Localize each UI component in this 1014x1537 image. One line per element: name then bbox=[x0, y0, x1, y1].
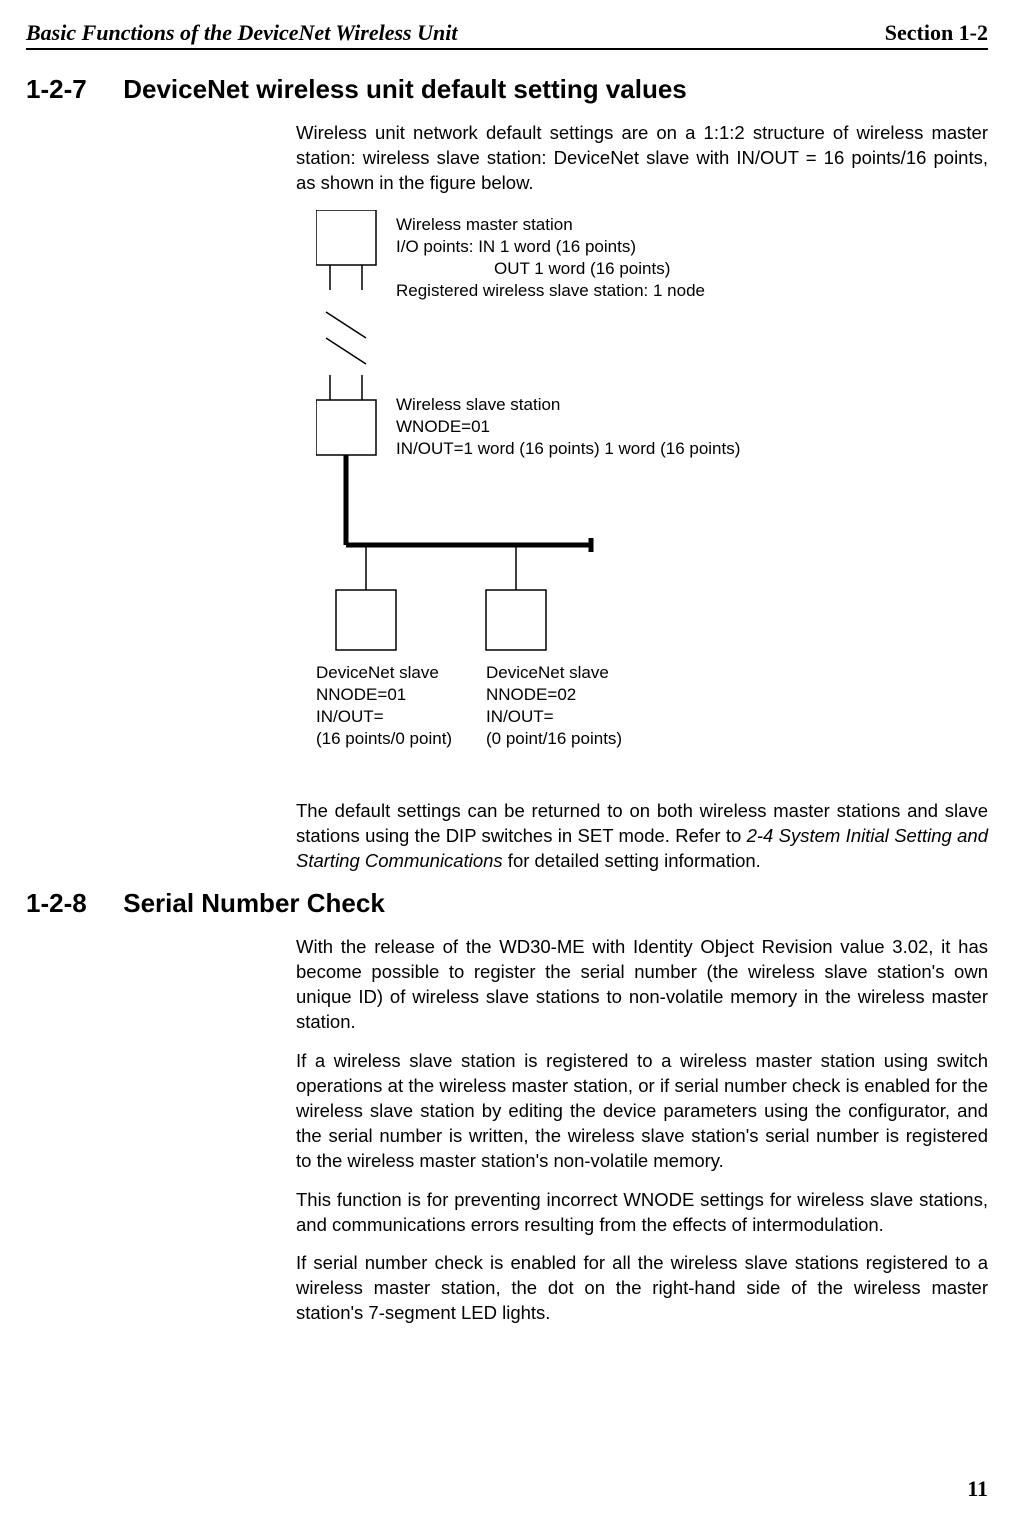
devnet2-label: DeviceNet slave bbox=[486, 663, 609, 682]
section-number: 1-2-8 bbox=[26, 888, 116, 919]
devnet2-label: (0 point/16 points) bbox=[486, 729, 622, 748]
section-1-2-8-heading: 1-2-8 Serial Number Check bbox=[26, 888, 988, 919]
master-label: OUT 1 word (16 points) bbox=[494, 259, 670, 278]
slave-station-box bbox=[316, 400, 376, 455]
radio-wave-icon bbox=[326, 312, 366, 338]
devnet1-label: NNODE=01 bbox=[316, 685, 406, 704]
master-label: Wireless master station bbox=[396, 215, 573, 234]
devnet1-label: (16 points/0 point) bbox=[316, 729, 452, 748]
outro-text-b: for detailed setting information. bbox=[503, 850, 761, 871]
radio-wave-icon bbox=[326, 338, 366, 364]
section-1-2-8-p2: If a wireless slave station is registere… bbox=[296, 1049, 988, 1174]
header-left: Basic Functions of the DeviceNet Wireles… bbox=[26, 20, 457, 46]
devicenet-slave-1-box bbox=[336, 590, 396, 650]
section-1-2-7-intro: Wireless unit network default settings a… bbox=[296, 121, 988, 196]
slave-label: WNODE=01 bbox=[396, 417, 490, 436]
section-1-2-7-heading: 1-2-7 DeviceNet wireless unit default se… bbox=[26, 74, 988, 105]
slave-label: IN/OUT=1 word (16 points) 1 word (16 poi… bbox=[396, 439, 740, 458]
header-right: Section 1-2 bbox=[885, 20, 988, 46]
section-1-2-8-p3: This function is for preventing incorrec… bbox=[296, 1188, 988, 1238]
devnet2-label: IN/OUT= bbox=[486, 707, 554, 726]
master-station-box bbox=[316, 210, 376, 265]
section-title: DeviceNet wireless unit default setting … bbox=[123, 74, 687, 104]
network-diagram-svg: Wireless master station I/O points: IN 1… bbox=[316, 210, 956, 770]
section-1-2-8-p4: If serial number check is enabled for al… bbox=[296, 1251, 988, 1326]
section-title: Serial Number Check bbox=[123, 888, 385, 918]
master-label: I/O points: IN 1 word (16 points) bbox=[396, 237, 636, 256]
devnet1-label: IN/OUT= bbox=[316, 707, 384, 726]
master-label: Registered wireless slave station: 1 nod… bbox=[396, 281, 705, 300]
slave-label: Wireless slave station bbox=[396, 395, 560, 414]
devnet1-label: DeviceNet slave bbox=[316, 663, 439, 682]
network-diagram: Wireless master station I/O points: IN 1… bbox=[316, 210, 988, 775]
running-header: Basic Functions of the DeviceNet Wireles… bbox=[26, 20, 988, 50]
section-1-2-8-p1: With the release of the WD30-ME with Ide… bbox=[296, 935, 988, 1035]
section-1-2-7-outro: The default settings can be returned to … bbox=[296, 799, 988, 874]
page-number: 11 bbox=[26, 1476, 988, 1502]
devnet2-label: NNODE=02 bbox=[486, 685, 576, 704]
devicenet-slave-2-box bbox=[486, 590, 546, 650]
section-number: 1-2-7 bbox=[26, 74, 116, 105]
